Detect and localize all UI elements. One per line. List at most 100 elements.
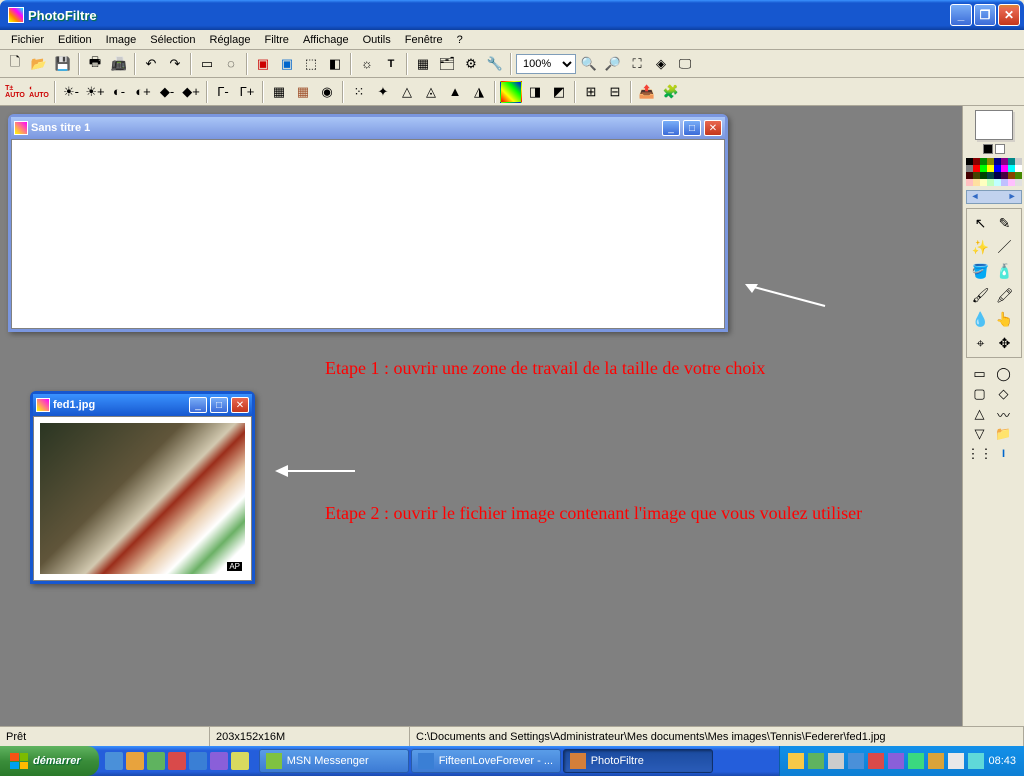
canvas-size-button[interactable]: ◧ (324, 53, 346, 75)
redo-button[interactable]: ↷ (164, 53, 186, 75)
fill-tool[interactable]: 🪣 (970, 260, 992, 282)
scan-button[interactable]: 📠 (108, 53, 130, 75)
brush-tool[interactable]: 🖌 (970, 284, 992, 306)
menu-edition[interactable]: Edition (51, 32, 99, 48)
diamond-shape[interactable]: ◇ (993, 385, 1015, 403)
ql-folder-icon[interactable] (231, 752, 249, 770)
contrast-plus-button[interactable]: ◐+ (132, 81, 154, 103)
zoom-actual-button[interactable]: ◈ (650, 53, 672, 75)
automate-button[interactable]: ⚙ (460, 53, 482, 75)
folder-shape[interactable]: 📁 (993, 425, 1015, 443)
palette-color[interactable] (1008, 158, 1015, 165)
auto-contrast-button[interactable]: ◐AUTO (28, 81, 50, 103)
brightness-button[interactable]: ☼ (356, 53, 378, 75)
photomask-button[interactable]: ◉ (316, 81, 338, 103)
palette-color[interactable] (980, 172, 987, 179)
palette-color[interactable] (973, 165, 980, 172)
menu-selection[interactable]: Sélection (143, 32, 202, 48)
open-button[interactable]: 📂 (28, 53, 50, 75)
explorer-button[interactable]: 🗂 (436, 53, 458, 75)
menu-help[interactable]: ? (450, 32, 470, 48)
palette-color[interactable] (994, 158, 1001, 165)
gradient-button[interactable]: ◨ (524, 81, 546, 103)
menu-fichier[interactable]: Fichier (4, 32, 51, 48)
document-titlebar-blank[interactable]: Sans titre 1 _ □ ✕ (11, 117, 725, 139)
gamma-minus-button[interactable]: Γ- (212, 81, 234, 103)
layers-button[interactable]: ▦ (412, 53, 434, 75)
palette-color[interactable] (966, 165, 973, 172)
undo-button[interactable]: ↶ (140, 53, 162, 75)
window-close-button[interactable]: ✕ (998, 4, 1020, 26)
color-a-button[interactable]: ▣ (252, 53, 274, 75)
document-window-photo[interactable]: fed1.jpg _ □ ✕ (30, 391, 255, 584)
palette-color[interactable] (966, 179, 973, 186)
text-button[interactable]: T (380, 53, 402, 75)
rect-dotted-button[interactable]: ◌ (220, 53, 242, 75)
opts-b[interactable]: I (993, 445, 1015, 463)
palette-color[interactable] (1008, 179, 1015, 186)
palette-color[interactable] (987, 179, 994, 186)
antidust-button[interactable]: ✦ (372, 81, 394, 103)
palette-color[interactable] (980, 179, 987, 186)
tray-d-icon[interactable] (928, 753, 944, 769)
palette-color[interactable] (980, 165, 987, 172)
preferences-button[interactable]: 🔧 (484, 53, 506, 75)
palette-color[interactable] (973, 158, 980, 165)
doc-maximize-button[interactable]: □ (210, 397, 228, 413)
rect-select-button[interactable]: ▭ (196, 53, 218, 75)
task-button[interactable]: PhotoFiltre (563, 749, 713, 773)
color-palette[interactable] (966, 158, 1022, 186)
module-b-button[interactable]: ⊟ (604, 81, 626, 103)
palette-color[interactable] (994, 179, 1001, 186)
smudge-tool[interactable]: 👆 (994, 308, 1016, 330)
brightness-minus-button[interactable]: ☀- (60, 81, 82, 103)
doc-close-button[interactable]: ✕ (704, 120, 722, 136)
palette-nav[interactable]: ◄► (966, 190, 1022, 204)
saturation-minus-button[interactable]: ◆- (156, 81, 178, 103)
ql-mail-icon[interactable] (126, 752, 144, 770)
palette-color[interactable] (973, 179, 980, 186)
doc-maximize-button[interactable]: □ (683, 120, 701, 136)
zoom-fit-button[interactable]: ⛶ (626, 53, 648, 75)
ql-msn-icon[interactable] (147, 752, 165, 770)
blur-tool[interactable]: 💧 (970, 308, 992, 330)
zoom-select[interactable]: 100% (516, 54, 576, 74)
black-swatch[interactable] (983, 144, 993, 154)
menu-outils[interactable]: Outils (356, 32, 398, 48)
tray-b-icon[interactable] (888, 753, 904, 769)
tray-vol-icon[interactable] (828, 753, 844, 769)
menu-image[interactable]: Image (99, 32, 144, 48)
blur-button[interactable]: ◬ (420, 81, 442, 103)
photo-content[interactable] (40, 423, 245, 574)
scroll-tool[interactable]: ✥ (994, 332, 1016, 354)
module-a-button[interactable]: ⊞ (580, 81, 602, 103)
tray-a-icon[interactable] (868, 753, 884, 769)
reinforce-button[interactable]: ◮ (468, 81, 490, 103)
ellipse-shape[interactable]: ◯ (993, 365, 1015, 383)
zoom-in-button[interactable]: 🔎 (602, 53, 624, 75)
palette-color[interactable] (1008, 165, 1015, 172)
pointer-tool[interactable]: ↖ (970, 212, 992, 234)
palette-color[interactable] (1001, 158, 1008, 165)
variation-button[interactable]: ▬ (500, 81, 522, 103)
palette-color[interactable] (1001, 172, 1008, 179)
tray-av-icon[interactable] (808, 753, 824, 769)
start-button[interactable]: démarrer (0, 746, 99, 776)
doc-minimize-button[interactable]: _ (662, 120, 680, 136)
window-maximize-button[interactable]: ❐ (974, 4, 996, 26)
palette-color[interactable] (994, 165, 1001, 172)
palette-color[interactable] (966, 172, 973, 179)
sharpen-button[interactable]: ▲ (444, 81, 466, 103)
palette-color[interactable] (973, 172, 980, 179)
new-button[interactable]: 🗋 (4, 53, 26, 75)
save-button[interactable]: 💾 (52, 53, 74, 75)
dust-button[interactable]: ⁙ (348, 81, 370, 103)
palette-color[interactable] (1001, 179, 1008, 186)
roundrect-shape[interactable]: ▢ (969, 385, 991, 403)
doc-close-button[interactable]: ✕ (231, 397, 249, 413)
auto-levels-button[interactable]: T±AUTO (4, 81, 26, 103)
menu-fenetre[interactable]: Fenêtre (398, 32, 450, 48)
grayscale-button[interactable]: ▦ (268, 81, 290, 103)
ql-desktop-icon[interactable] (189, 752, 207, 770)
window-minimize-button[interactable]: _ (950, 4, 972, 26)
